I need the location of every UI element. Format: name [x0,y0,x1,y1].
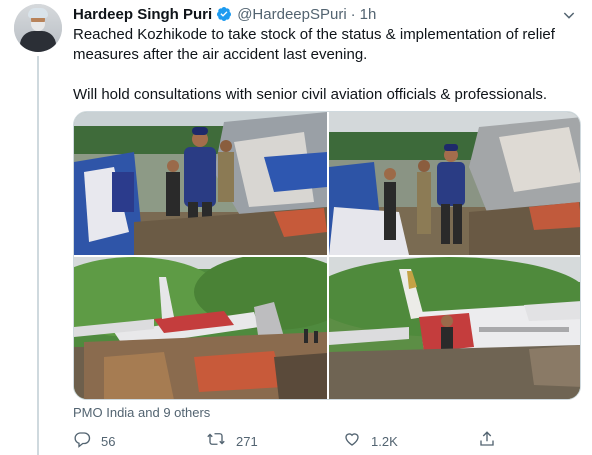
retweet-icon [206,430,226,453]
reply-button[interactable]: 56 [73,430,115,452]
like-count: 1.2K [371,433,398,449]
author-handle[interactable]: @HardeepSPuri [237,6,346,23]
action-bar: 56 271 1.2K [73,430,543,452]
liked-by-text[interactable]: PMO India and 9 others [73,405,210,420]
like-button[interactable]: 1.2K [343,430,398,452]
reply-count: 56 [101,433,116,449]
tweet-text: Reached Kozhikode to take stock of the s… [73,25,578,105]
reply-icon [73,430,91,453]
timestamp[interactable]: 1h [360,6,377,23]
share-button[interactable] [478,430,496,452]
photo-plane-wreck-hill[interactable] [74,257,327,399]
like-icon [343,430,361,453]
tweet-text-line: Will hold consultations with senior civi… [73,86,548,103]
retweet-button[interactable]: 271 [206,430,258,452]
retweet-count: 271 [236,433,258,449]
media-grid [73,111,581,400]
chevron-down-icon[interactable] [560,6,578,24]
tweet-text-line: Reached Kozhikode to take stock of the s… [73,26,555,63]
share-icon [478,430,496,453]
avatar[interactable] [14,4,62,52]
separator-dot: · [350,5,356,23]
verified-badge-icon [216,6,232,22]
photo-minister-wreckage[interactable] [74,112,327,255]
tweet-header: Hardeep Singh Puri @HardeepSPuri · 1h [73,4,578,24]
photo-officials-inspecting[interactable] [329,112,580,255]
author-name[interactable]: Hardeep Singh Puri [73,6,212,23]
thread-line [37,56,39,455]
photo-fuselage-side[interactable] [329,257,580,399]
